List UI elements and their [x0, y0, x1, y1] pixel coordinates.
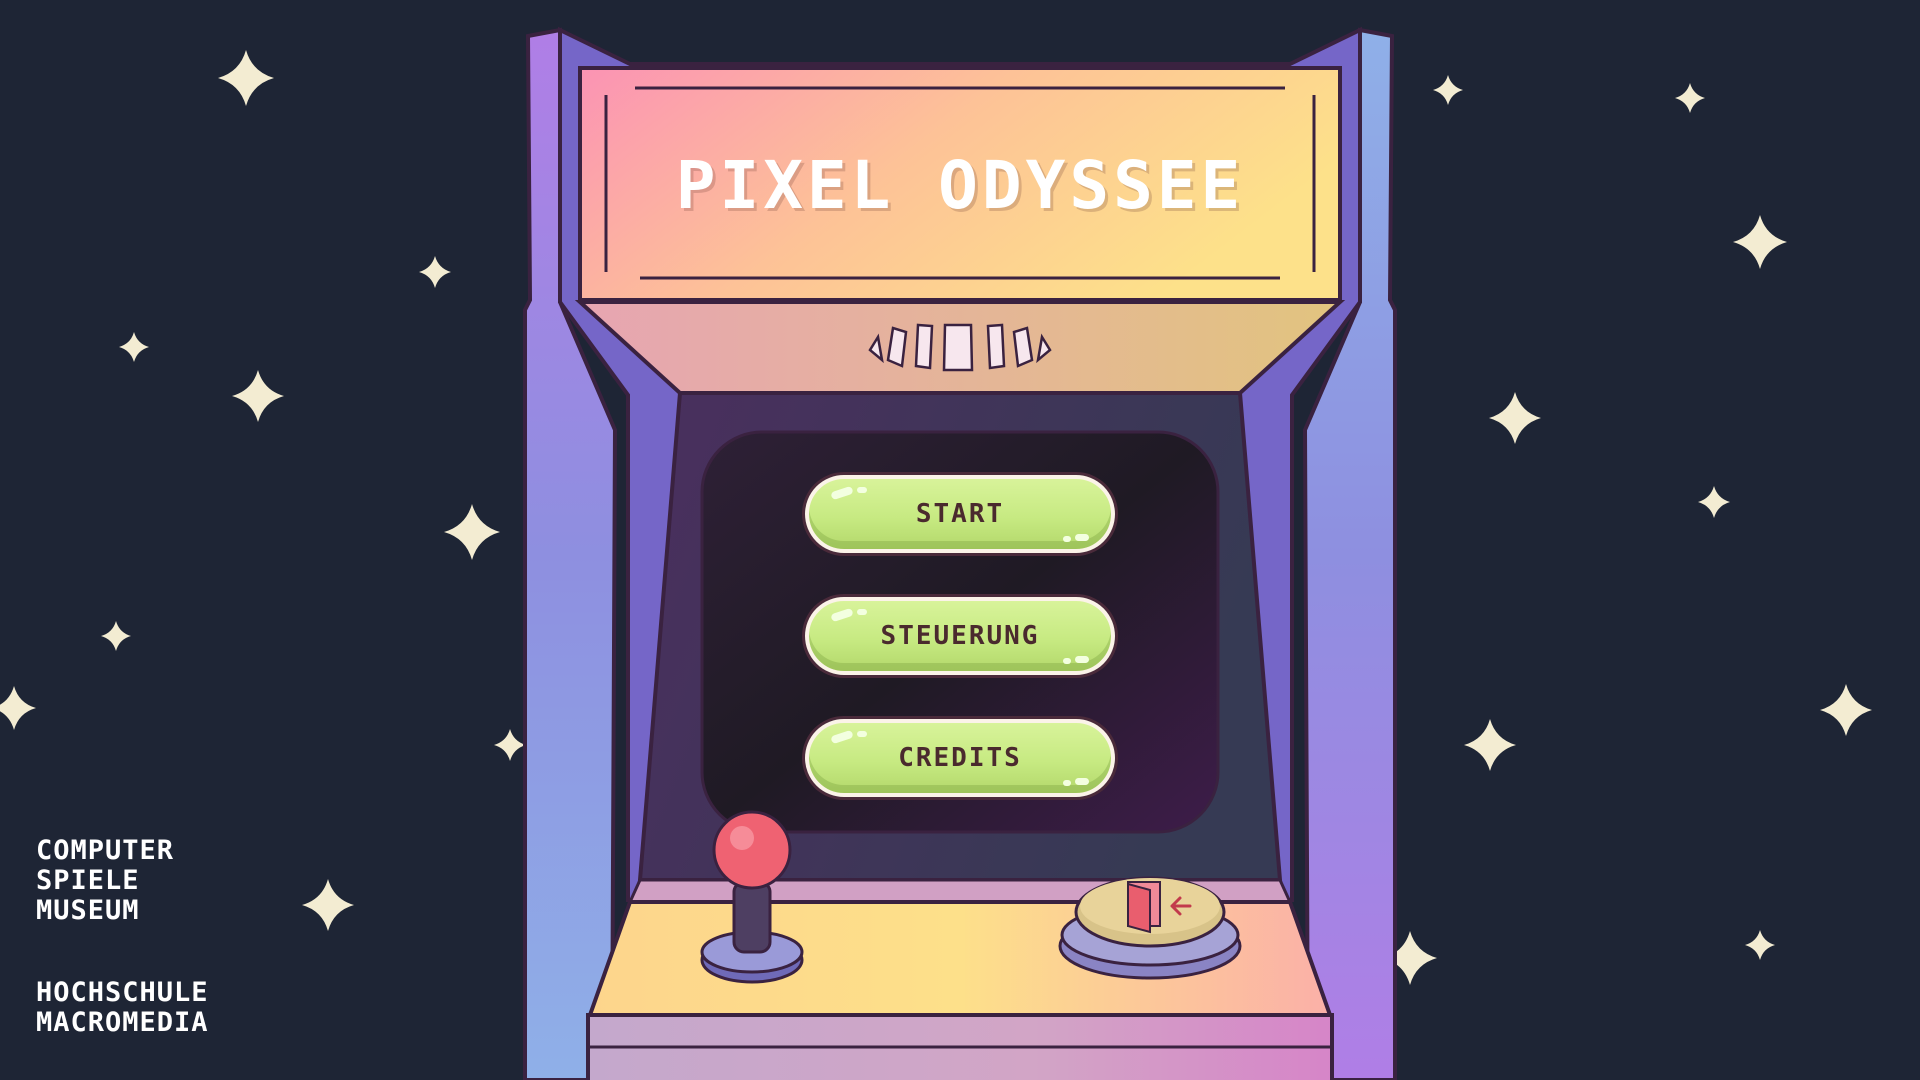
school-logo-line: MACROMEDIA — [36, 1007, 209, 1038]
speaker-grille-icon — [868, 323, 1052, 372]
credits-button-label: CREDITS — [898, 743, 1022, 773]
school-logo-line: HOCHSCHULE — [36, 977, 209, 1008]
school-logo: HOCHSCHULE MACROMEDIA — [36, 978, 209, 1038]
credits-button[interactable]: CREDITS — [805, 719, 1115, 797]
exit-button[interactable] — [1062, 872, 1238, 982]
start-button[interactable]: START — [805, 475, 1115, 553]
game-title: PIXEL ODYSSEE — [675, 146, 1245, 224]
museum-logo-line: COMPUTER — [36, 835, 175, 866]
controls-button[interactable]: STEUERUNG — [805, 597, 1115, 675]
controls-button-label: STEUERUNG — [880, 621, 1040, 651]
museum-logo-line: SPIELE — [36, 865, 140, 896]
museum-logo-line: MUSEUM — [36, 895, 140, 926]
museum-logo: COMPUTER SPIELE MUSEUM — [36, 836, 174, 926]
start-button-label: START — [915, 499, 1005, 529]
